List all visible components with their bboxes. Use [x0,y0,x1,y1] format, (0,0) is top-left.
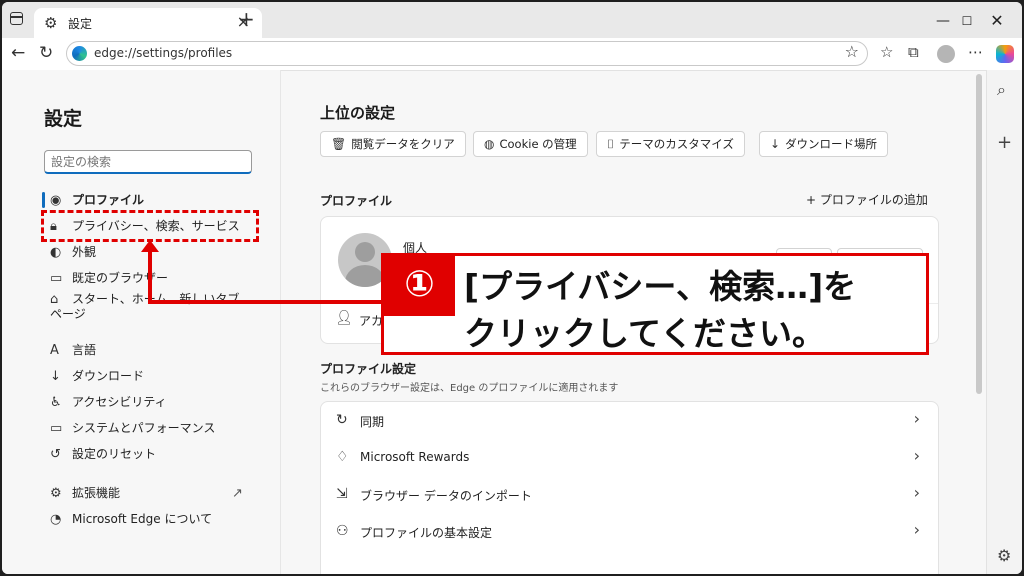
download-icon: ↓ [770,137,781,151]
new-tab-button[interactable]: + [238,7,255,31]
instruction-line-2: クリックしてください。 [464,314,826,353]
import-icon: ⇲ [336,486,348,502]
favorite-star-icon[interactable]: ☆ [845,42,859,61]
cookie-icon: ◍ [484,137,495,151]
row-label: プロファイルの基本設定 [360,526,493,540]
copilot-icon[interactable] [996,45,1014,63]
scrollbar[interactable] [976,74,982,394]
reset-icon: ↺ [50,447,61,462]
instruction-line-1: [プライバシー、検索…]を [464,267,857,306]
brush-icon: ⌷ [607,137,615,151]
sidebar-item-reset[interactable]: ↺ 設定のリセット [50,442,156,466]
instruction-callout: ① [プライバシー、検索…]を クリックしてください。 [381,253,929,355]
row-label: ブラウザー データのインポート [360,489,532,503]
profile-settings-heading: プロファイル設定 [320,362,417,376]
row-profile-prefs[interactable]: ⚇ プロファイルの基本設定 › [321,513,938,550]
external-link-icon: ↗ [232,486,243,501]
gear-icon[interactable]: ⚙ [997,546,1011,565]
system-icon: ▭ [50,421,63,436]
manage-cookies-button[interactable]: ◍ Cookie の管理 [473,131,588,157]
chevron-right-icon: › [913,520,920,539]
download-icon: ↓ [50,369,61,384]
tab-settings[interactable]: ⚙ 設定 × [34,8,262,38]
close-window-button[interactable]: ✕ [974,8,1020,34]
refresh-button[interactable]: ↻ [39,42,53,64]
sidebar-item-appearance[interactable]: ◐ 外観 [50,240,96,264]
add-icon[interactable]: + [997,132,1012,153]
account-text: アカ [359,314,384,328]
step-badge: ① [384,256,455,316]
profile-heading: プロファイル [320,194,393,208]
tab-actions-icon[interactable] [10,12,23,25]
appearance-icon: ◐ [50,245,62,260]
add-profile-button[interactable]: + プロファイルの追加 [806,191,928,208]
accessibility-icon: ♿︎ [50,395,62,410]
settings-search-input[interactable] [44,150,252,174]
back-button[interactable]: ← [11,42,25,64]
edge-icon [72,46,87,61]
highlight-box [41,210,259,242]
trash-icon: 🗑︎ [331,137,347,151]
sidebar-item-about[interactable]: ◔ Microsoft Edge について [50,507,212,531]
chevron-right-icon: › [913,446,920,465]
chevron-right-icon: › [913,483,920,502]
row-rewards[interactable]: ♢ Microsoft Rewards › [321,439,938,476]
customize-theme-button[interactable]: ⌷ テーマのカスタマイズ [596,131,745,157]
language-icon: A [50,343,59,358]
browser-icon: ▭ [50,271,63,286]
row-import[interactable]: ⇲ ブラウザー データのインポート › [321,476,938,513]
active-indicator [42,192,45,208]
sync-icon: ↻ [336,412,348,428]
profile-settings-subtitle: これらのブラウザー設定は、Edge のプロファイルに適用されます [320,383,619,394]
right-sidebar: ⌕ + ⚙ [986,70,1022,574]
row-label: 同期 [360,415,385,429]
plus-icon: + [806,193,817,207]
row-sync[interactable]: ↻ 同期 › [321,402,938,439]
screenshot-icon[interactable]: ⧉ [908,43,919,61]
browser-window: ⚙ 設定 × + — ☐ ✕ ← ↻ edge://settings/profi… [2,2,1022,574]
sidebar-item-downloads[interactable]: ↓ ダウンロード [50,364,144,388]
clear-browsing-data-button[interactable]: 🗑︎ 閲覧データをクリア [320,131,466,157]
search-icon[interactable]: ⌕ [997,80,1006,100]
home-icon: ⌂ [50,292,59,307]
address-bar-row: ← ↻ edge://settings/profiles ☆ ☆ ⧉ ⋯ [2,38,1022,71]
profile-prefs-icon: ⚇ [336,523,349,539]
download-location-button[interactable]: ↓ ダウンロード場所 [759,131,889,157]
person-icon: 👤︎ [335,310,353,326]
sidebar-item-languages[interactable]: A 言語 [50,338,96,362]
sidebar-item-accessibility[interactable]: ♿︎ アクセシビリティ [50,390,167,414]
tab-title: 設定 [68,17,93,31]
chevron-right-icon: › [913,409,920,428]
settings-title: 設定 [44,108,83,130]
gear-icon: ⚙ [44,14,58,32]
favorites-icon[interactable]: ☆ [880,43,893,61]
sidebar-item-profiles[interactable]: ◉ プロファイル [50,188,144,212]
sidebar-item-extensions[interactable]: ⚙ 拡張機能 [50,481,120,505]
rewards-icon: ♢ [336,449,349,465]
top-settings-heading: 上位の設定 [320,104,396,122]
sidebar-item-system[interactable]: ▭ システムとパフォーマンス [50,416,215,440]
edge-icon: ◔ [50,512,62,527]
arrow-line [148,300,382,304]
profile-settings-list: ↻ 同期 › ♢ Microsoft Rewards › ⇲ ブラウザー データ… [320,401,939,574]
profile-avatar[interactable] [937,45,955,63]
url-text: edge://settings/profiles [94,46,233,60]
more-icon[interactable]: ⋯ [968,43,983,61]
settings-sidebar: 設定 ◉プロファイル 🔒︎プライバシー、検索、サービス ◐外観 ▭既定のブラウザ… [2,70,281,574]
title-bar: ⚙ 設定 × + — ☐ ✕ [2,2,1022,38]
arrow-line [148,248,152,304]
address-bar[interactable]: edge://settings/profiles ☆ [66,41,868,66]
extension-icon: ⚙ [50,486,62,501]
row-label: Microsoft Rewards [360,450,470,464]
